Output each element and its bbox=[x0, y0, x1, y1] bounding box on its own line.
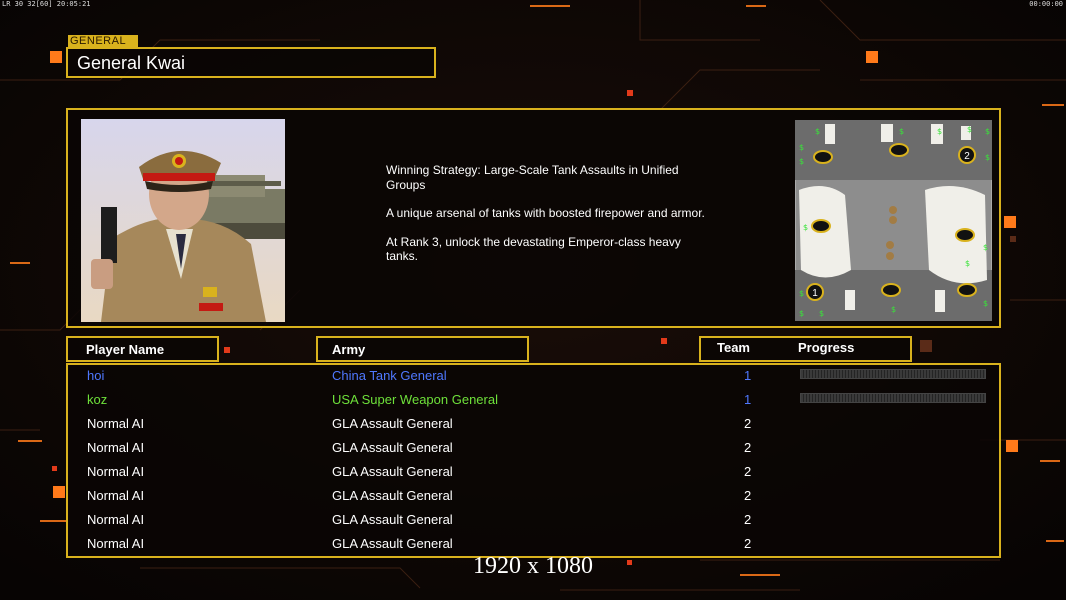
player-army: GLA Assault General bbox=[332, 440, 453, 455]
timer-readout: 00:00:00 bbox=[1029, 0, 1063, 8]
svg-text:$: $ bbox=[983, 299, 988, 308]
team-progress-header: Team Progress bbox=[699, 336, 912, 362]
player-row: koz USA Super Weapon General 1 bbox=[68, 389, 999, 413]
player-name: Normal AI bbox=[87, 464, 145, 479]
svg-text:$: $ bbox=[799, 309, 804, 318]
player-army: GLA Assault General bbox=[332, 536, 453, 551]
map-preview: 2 1 $ $ $ $ $ $ $ $ $ $ $ $ $ $ $ $ bbox=[795, 120, 992, 321]
resolution-label: 1920 x 1080 bbox=[473, 553, 593, 579]
general-tag-label: GENERAL bbox=[68, 35, 138, 47]
player-row: Normal AI GLA Assault General 2 bbox=[68, 413, 999, 437]
player-team: 2 bbox=[744, 416, 752, 431]
player-team: 1 bbox=[744, 368, 752, 383]
player-army: GLA Assault General bbox=[332, 416, 453, 431]
army-header: Army bbox=[316, 336, 529, 362]
player-name: hoi bbox=[87, 368, 105, 383]
svg-text:$: $ bbox=[799, 157, 804, 166]
player-name-header-label: Player Name bbox=[86, 342, 165, 357]
player-row: Normal AI GLA Assault General 2 bbox=[68, 485, 999, 509]
player-row: hoi China Tank General 1 bbox=[68, 365, 999, 389]
svg-text:$: $ bbox=[983, 243, 988, 252]
player-team: 2 bbox=[744, 440, 752, 455]
general-portrait bbox=[81, 119, 285, 322]
svg-text:$: $ bbox=[815, 127, 820, 136]
player-row: Normal AI GLA Assault General 2 bbox=[68, 509, 999, 533]
svg-text:$: $ bbox=[985, 127, 990, 136]
player-name: Normal AI bbox=[87, 488, 145, 503]
player-name: Normal AI bbox=[87, 512, 145, 527]
svg-text:$: $ bbox=[803, 223, 808, 232]
svg-text:$: $ bbox=[799, 289, 804, 298]
player-team: 2 bbox=[744, 536, 752, 551]
loading-progress-bar bbox=[800, 369, 986, 379]
start-label-2: 2 bbox=[964, 151, 970, 162]
svg-text:$: $ bbox=[967, 125, 972, 134]
loading-progress-bar bbox=[800, 393, 986, 403]
player-name: Normal AI bbox=[87, 440, 145, 455]
svg-text:$: $ bbox=[799, 143, 804, 152]
player-team: 2 bbox=[744, 488, 752, 503]
player-army: USA Super Weapon General bbox=[332, 392, 498, 407]
army-header-label: Army bbox=[332, 342, 366, 357]
player-team: 2 bbox=[744, 512, 752, 527]
general-name: General Kwai bbox=[77, 53, 186, 73]
player-list: hoi China Tank General 1 koz USA Super W… bbox=[66, 363, 1001, 558]
player-name-header: Player Name bbox=[66, 336, 219, 362]
player-row: Normal AI GLA Assault General 2 bbox=[68, 461, 999, 485]
description-arsenal: A unique arsenal of tanks with boosted f… bbox=[386, 206, 705, 220]
player-name: Normal AI bbox=[87, 536, 145, 551]
start-label-1: 1 bbox=[812, 288, 818, 299]
general-info-panel: Winning Strategy: Large-Scale Tank Assau… bbox=[66, 108, 1001, 328]
description-strategy: Winning Strategy: Large-Scale Tank Assau… bbox=[386, 163, 679, 192]
progress-header-label: Progress bbox=[798, 340, 855, 355]
description-rank: At Rank 3, unlock the devastating Empero… bbox=[386, 234, 681, 264]
general-title-box: General Kwai bbox=[66, 47, 436, 78]
svg-text:$: $ bbox=[899, 127, 904, 136]
svg-text:$: $ bbox=[937, 127, 942, 136]
player-team: 2 bbox=[744, 464, 752, 479]
player-name: Normal AI bbox=[87, 416, 145, 431]
svg-text:$: $ bbox=[965, 259, 970, 268]
player-army: GLA Assault General bbox=[332, 512, 453, 527]
player-army: GLA Assault General bbox=[332, 488, 453, 503]
player-team: 1 bbox=[744, 392, 752, 407]
fps-status-readout: LR 30 32[60] 20:05:21 bbox=[2, 0, 91, 8]
general-description: Winning Strategy: Large-Scale Tank Assau… bbox=[386, 163, 716, 278]
player-row: Normal AI GLA Assault General 2 bbox=[68, 437, 999, 461]
svg-text:$: $ bbox=[819, 309, 824, 318]
player-army: GLA Assault General bbox=[332, 464, 453, 479]
team-header-label: Team bbox=[717, 340, 750, 355]
svg-text:$: $ bbox=[985, 153, 990, 162]
player-name: koz bbox=[87, 392, 108, 407]
svg-text:$: $ bbox=[891, 305, 896, 314]
player-army: China Tank General bbox=[332, 368, 447, 383]
